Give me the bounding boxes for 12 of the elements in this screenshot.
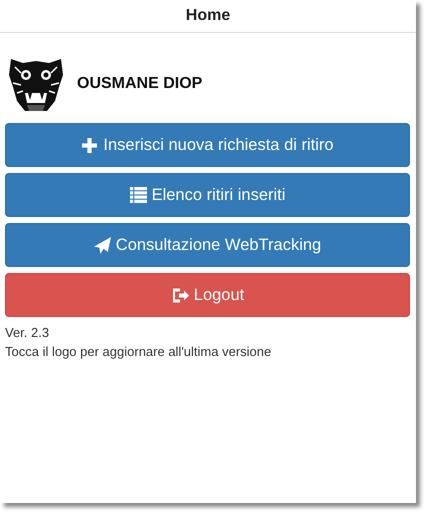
send-icon bbox=[94, 236, 111, 254]
plus-icon bbox=[81, 136, 98, 154]
menu-button[interactable]: Consultazione WebTracking bbox=[5, 223, 410, 267]
menu-button[interactable]: Inserisci nuova richiesta di ritiro bbox=[5, 123, 410, 167]
user-name: OUSMANE DIOP bbox=[77, 75, 202, 93]
logout-icon bbox=[170, 286, 189, 304]
update-hint: Tocca il logo per aggiornare all'ultima versione bbox=[5, 343, 272, 361]
list-icon bbox=[130, 187, 147, 203]
page-title: Home bbox=[186, 7, 230, 25]
version-text: Ver. 2.3 bbox=[5, 324, 50, 342]
menu-button[interactable]: Logout bbox=[5, 273, 410, 317]
menu-button[interactable]: Elenco ritiri inseriti bbox=[5, 173, 410, 217]
